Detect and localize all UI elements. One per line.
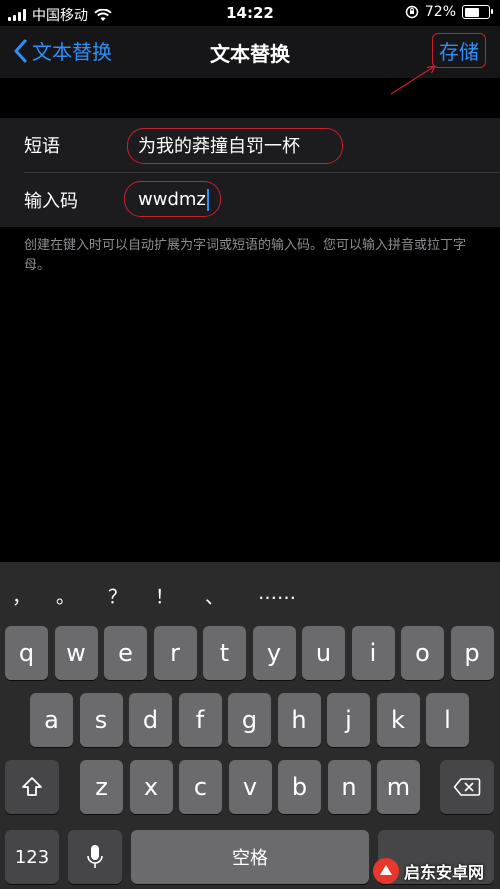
key-n[interactable]: n bbox=[327, 760, 371, 814]
key-t[interactable]: t bbox=[203, 626, 246, 680]
candidate-exclaim[interactable]: ！ bbox=[155, 582, 174, 609]
space-key[interactable]: 空格 bbox=[131, 830, 369, 884]
shortcut-highlight-circle bbox=[124, 181, 221, 217]
shift-icon bbox=[22, 777, 42, 796]
key-q[interactable]: q bbox=[5, 626, 48, 680]
key-z[interactable]: z bbox=[80, 760, 123, 814]
annotation-arrow bbox=[390, 65, 436, 95]
shortcut-row[interactable]: 输入码 wwdmz bbox=[0, 173, 500, 227]
shift-key[interactable] bbox=[5, 760, 59, 814]
key-k[interactable]: k bbox=[376, 693, 420, 747]
key-v[interactable]: v bbox=[228, 760, 272, 814]
key-a[interactable]: a bbox=[30, 693, 73, 747]
shortcut-label: 输入码 bbox=[24, 191, 78, 212]
key-i[interactable]: i bbox=[351, 626, 395, 680]
watermark-icon bbox=[373, 858, 399, 884]
key-u[interactable]: u bbox=[302, 626, 345, 680]
key-r[interactable]: r bbox=[153, 626, 197, 680]
watermark-logo: 启东安卓网 bbox=[372, 856, 497, 886]
battery-icon bbox=[462, 5, 493, 19]
key-x[interactable]: x bbox=[129, 760, 173, 814]
candidate-ellipsis[interactable]: …… bbox=[258, 582, 296, 604]
key-s[interactable]: s bbox=[79, 693, 123, 747]
key-h[interactable]: h bbox=[277, 693, 321, 747]
key-w[interactable]: w bbox=[54, 626, 98, 680]
replacement-form: 短语 为我的莽撞自罚一杯 输入码 wwdmz bbox=[0, 118, 500, 227]
candidate-comma[interactable]: ， bbox=[12, 582, 31, 609]
phrase-row[interactable]: 短语 为我的莽撞自罚一杯 bbox=[0, 118, 500, 172]
key-m[interactable]: m bbox=[377, 760, 420, 814]
dictation-key[interactable] bbox=[68, 830, 122, 884]
status-right: 72% bbox=[405, 4, 493, 20]
orientation-lock-icon bbox=[405, 5, 419, 19]
backspace-icon bbox=[453, 778, 481, 796]
candidate-question[interactable]: ？ bbox=[108, 582, 127, 609]
key-j[interactable]: j bbox=[327, 693, 370, 747]
candidate-pause[interactable]: 、 bbox=[205, 582, 224, 609]
key-y[interactable]: y bbox=[252, 626, 296, 680]
key-b[interactable]: b bbox=[278, 760, 321, 814]
microphone-icon bbox=[87, 845, 103, 868]
numbers-key[interactable]: 123 bbox=[5, 830, 59, 884]
battery-percent: 72% bbox=[424, 4, 456, 20]
candidate-period[interactable]: 。 bbox=[56, 582, 75, 609]
status-bar: 中国移动 14:22 72% bbox=[0, 0, 500, 26]
phrase-highlight-circle bbox=[127, 128, 343, 164]
key-o[interactable]: o bbox=[401, 626, 444, 680]
help-text: 创建在键入时可以自动扩展为字词或短语的输入码。您可以输入拼音或拉丁字母。 bbox=[24, 238, 467, 273]
key-c[interactable]: c bbox=[179, 760, 222, 814]
keyboard: ， 。 ？ ！ 、 …… qwertyuiopasdfghjklzxcvbnm … bbox=[0, 562, 500, 889]
key-d[interactable]: d bbox=[129, 693, 172, 747]
key-g[interactable]: g bbox=[228, 693, 271, 747]
phrase-label: 短语 bbox=[24, 136, 60, 157]
key-f[interactable]: f bbox=[178, 693, 222, 747]
key-p[interactable]: p bbox=[450, 626, 494, 680]
key-l[interactable]: l bbox=[426, 693, 469, 747]
watermark-text: 启东安卓网 bbox=[404, 863, 485, 882]
delete-key[interactable] bbox=[440, 760, 494, 814]
key-e[interactable]: e bbox=[104, 626, 147, 680]
candidate-bar: ， 。 ？ ！ 、 …… bbox=[0, 574, 500, 614]
